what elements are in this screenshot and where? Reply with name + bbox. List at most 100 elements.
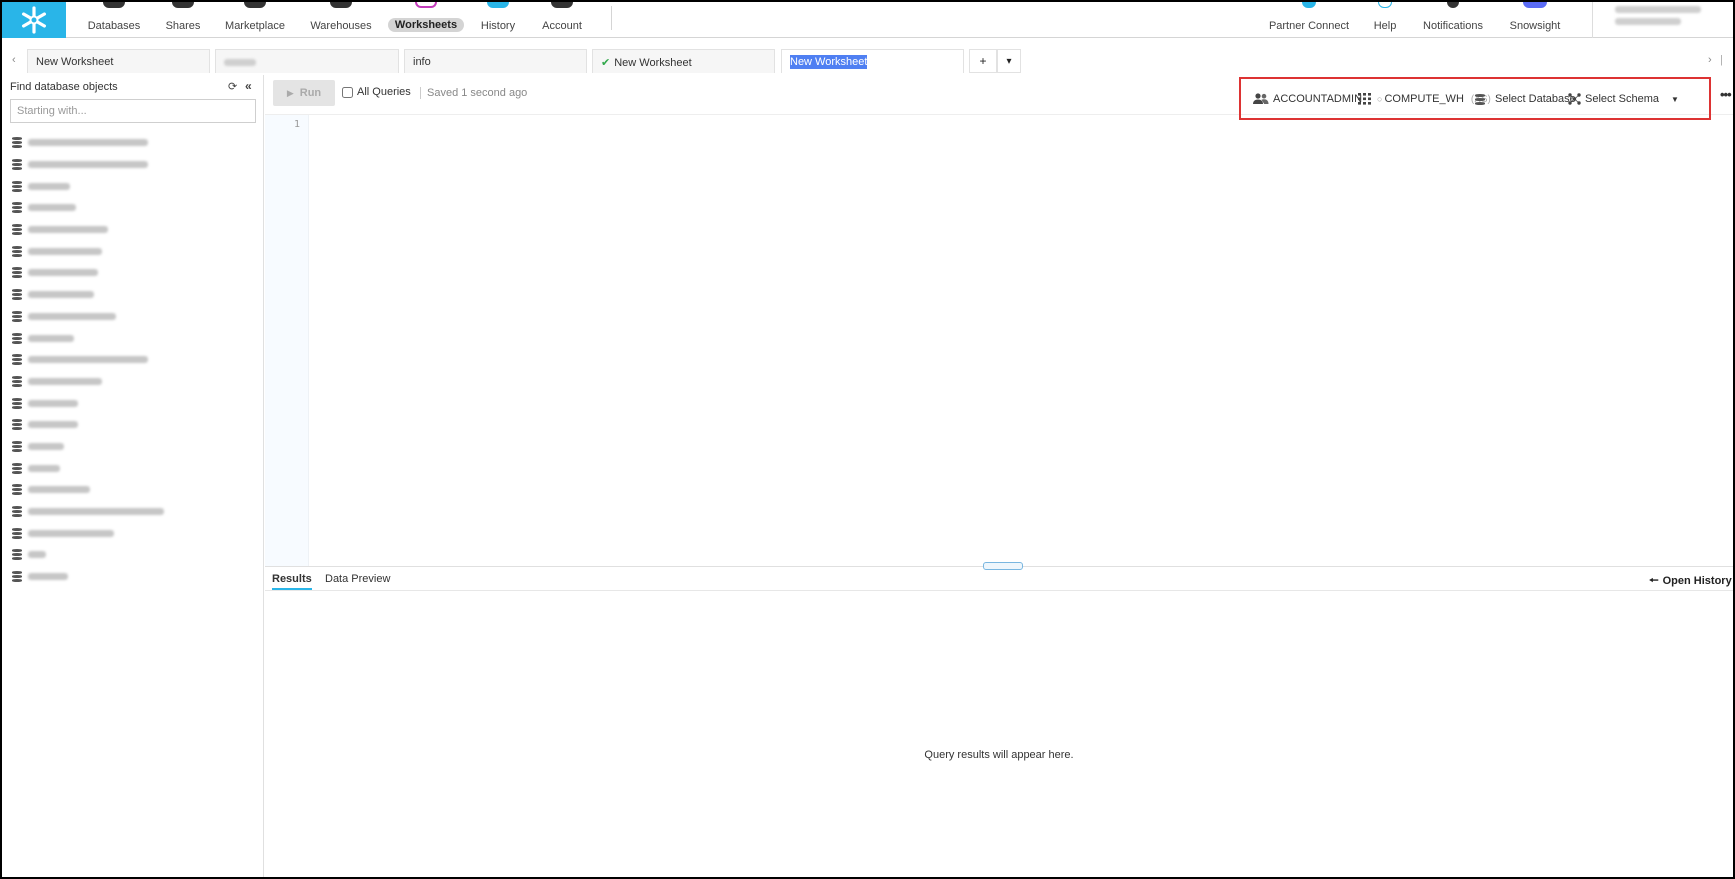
refresh-icon[interactable]: ⟳ bbox=[228, 80, 237, 93]
role-selector[interactable]: ACCOUNTADMIN bbox=[1253, 93, 1362, 105]
database-selector[interactable]: Select Database bbox=[1475, 93, 1576, 105]
database-icon bbox=[12, 267, 22, 279]
database-name bbox=[28, 464, 60, 472]
user-role-redacted bbox=[1615, 18, 1681, 25]
database-icon bbox=[12, 332, 22, 344]
database-item[interactable] bbox=[12, 262, 164, 284]
database-icon bbox=[12, 310, 22, 322]
tab-new-worksheet-saved[interactable]: ✔ New Worksheet bbox=[592, 49, 775, 73]
code-input-area[interactable] bbox=[309, 115, 1733, 567]
database-name bbox=[28, 161, 148, 169]
database-item[interactable] bbox=[12, 219, 164, 241]
database-icon bbox=[12, 224, 22, 236]
tab-data-preview[interactable]: Data Preview bbox=[325, 573, 390, 585]
nav-shares[interactable]: Shares bbox=[162, 2, 204, 38]
object-search-input[interactable] bbox=[10, 99, 256, 123]
object-browser-sidebar: Find database objects ⟳ « bbox=[2, 75, 264, 877]
database-icon bbox=[12, 527, 22, 539]
database-icon bbox=[12, 354, 22, 366]
database-item[interactable] bbox=[12, 306, 164, 328]
database-name bbox=[28, 312, 116, 320]
tab-menu-button[interactable]: ▾ bbox=[997, 49, 1021, 73]
app-frame: Databases Shares Marketplace Warehouses … bbox=[0, 0, 1735, 879]
database-name bbox=[28, 182, 70, 190]
users-icon bbox=[1253, 93, 1269, 104]
tab-redacted[interactable] bbox=[215, 49, 399, 73]
database-item[interactable] bbox=[12, 132, 164, 154]
database-name bbox=[28, 551, 46, 559]
tab-results[interactable]: Results bbox=[272, 573, 312, 590]
tab-label-redacted bbox=[224, 58, 256, 66]
nav-snowsight[interactable]: Snowsight bbox=[1508, 2, 1562, 38]
database-item[interactable] bbox=[12, 154, 164, 176]
database-item[interactable] bbox=[12, 457, 164, 479]
collapse-sidebar-icon[interactable]: « bbox=[245, 79, 252, 93]
database-icon bbox=[12, 137, 22, 149]
database-item[interactable] bbox=[12, 392, 164, 414]
database-icon bbox=[12, 571, 22, 583]
all-queries-checkbox[interactable] bbox=[342, 86, 353, 98]
user-menu[interactable] bbox=[1592, 2, 1732, 38]
nav-history[interactable]: History bbox=[476, 2, 520, 38]
database-name bbox=[28, 529, 114, 537]
warehouse-selector[interactable]: ○ COMPUTE_WH (XS) bbox=[1358, 93, 1491, 105]
nav-notifications[interactable]: Notifications bbox=[1421, 2, 1485, 38]
database-icon bbox=[12, 506, 22, 518]
nav-help[interactable]: Help bbox=[1372, 2, 1398, 38]
database-name bbox=[28, 139, 148, 147]
database-item[interactable] bbox=[12, 349, 164, 371]
nav-warehouses[interactable]: Warehouses bbox=[308, 2, 374, 38]
database-icon bbox=[12, 202, 22, 214]
open-history-button[interactable]: 🠔 Open History bbox=[1649, 572, 1732, 591]
database-list bbox=[12, 132, 164, 587]
database-item[interactable] bbox=[12, 371, 164, 393]
sql-editor[interactable]: 1 bbox=[265, 115, 1733, 567]
database-item[interactable] bbox=[12, 414, 164, 436]
database-icon bbox=[12, 180, 22, 192]
snowsight-icon bbox=[1523, 2, 1547, 8]
snowflake-logo[interactable] bbox=[2, 2, 66, 38]
schema-selector[interactable]: Select Schema ▼ bbox=[1568, 93, 1679, 105]
history-icon bbox=[487, 2, 509, 8]
database-item[interactable] bbox=[12, 197, 164, 219]
database-item[interactable] bbox=[12, 240, 164, 262]
database-name bbox=[28, 442, 64, 450]
database-item[interactable] bbox=[12, 566, 164, 588]
database-name bbox=[28, 247, 102, 255]
database-name bbox=[28, 204, 76, 212]
nav-partner-connect[interactable]: Partner Connect bbox=[1266, 2, 1352, 38]
database-item[interactable] bbox=[12, 501, 164, 523]
database-item[interactable] bbox=[12, 479, 164, 501]
warehouses-icon bbox=[330, 2, 352, 8]
database-icon bbox=[12, 462, 22, 474]
database-name bbox=[28, 356, 148, 364]
nav-account[interactable]: Account bbox=[538, 2, 586, 38]
database-icon bbox=[12, 484, 22, 496]
chevron-down-icon: ▾ bbox=[1006, 55, 1012, 67]
run-button[interactable]: ▶ Run bbox=[273, 80, 335, 106]
database-item[interactable] bbox=[12, 327, 164, 349]
context-selector-highlight: ACCOUNTADMIN ○ COMPUTE_WH (XS) Select Da… bbox=[1239, 77, 1711, 120]
nav-worksheets[interactable]: Worksheets bbox=[387, 2, 465, 38]
database-item[interactable] bbox=[12, 284, 164, 306]
database-item[interactable] bbox=[12, 544, 164, 566]
database-icon bbox=[12, 245, 22, 257]
check-icon: ✔ bbox=[601, 57, 611, 69]
database-name bbox=[28, 226, 108, 234]
database-item[interactable] bbox=[12, 436, 164, 458]
results-empty-message: Query results will appear here. bbox=[924, 749, 1074, 761]
all-queries-option[interactable]: All Queries bbox=[342, 86, 411, 98]
add-tab-button[interactable]: + bbox=[969, 49, 997, 73]
more-options-icon[interactable]: ••• bbox=[1720, 87, 1732, 102]
nav-databases[interactable]: Databases bbox=[88, 2, 140, 38]
tab-scroll-right-icon[interactable]: › bbox=[1708, 54, 1712, 66]
marketplace-icon bbox=[244, 2, 266, 8]
tab-scroll-left-icon[interactable]: ‹ bbox=[12, 54, 16, 66]
tab-new-worksheet-1[interactable]: New Worksheet bbox=[27, 49, 210, 73]
nav-marketplace[interactable]: Marketplace bbox=[223, 2, 287, 38]
database-item[interactable] bbox=[12, 175, 164, 197]
tab-new-worksheet-active[interactable]: New Worksheet bbox=[781, 49, 964, 73]
tab-info[interactable]: info bbox=[404, 49, 587, 73]
database-item[interactable] bbox=[12, 522, 164, 544]
database-icon bbox=[12, 419, 22, 431]
